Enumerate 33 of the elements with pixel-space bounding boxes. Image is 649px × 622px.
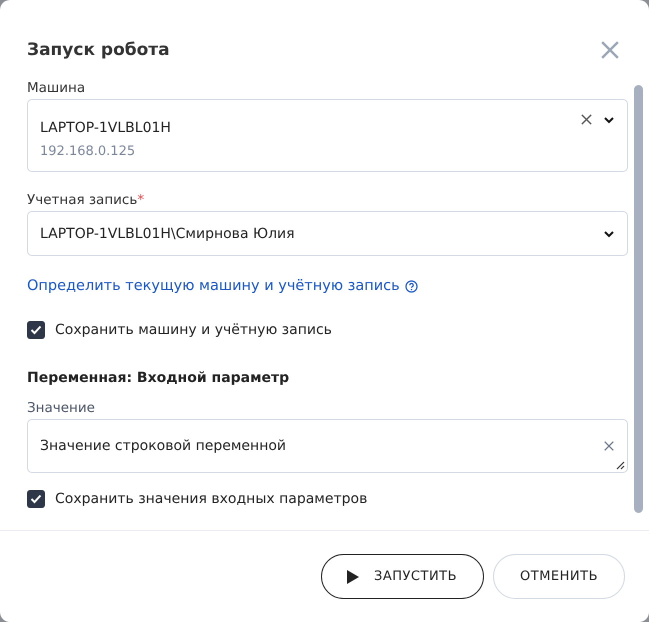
field-label: Машина <box>27 80 86 96</box>
resize-handle-icon[interactable] <box>616 461 625 470</box>
field-label: Значение <box>27 400 96 416</box>
clear-button[interactable] <box>580 113 593 126</box>
check-icon <box>30 325 42 335</box>
checkbox[interactable] <box>27 321 45 339</box>
select-value: LAPTOP-1VLBL01H\Смирнова Юлия <box>40 226 296 242</box>
clear-button[interactable] <box>603 440 615 452</box>
section-heading: Переменная: Входной параметр <box>27 370 290 386</box>
dialog-title: Запуск робота <box>27 40 170 60</box>
run-button[interactable]: ЗАПУСТИТЬ <box>321 554 484 599</box>
machine-select[interactable]: LAPTOP-1VLBL01H 192.168.0.125 <box>27 99 628 172</box>
chevron-down-icon <box>603 116 615 124</box>
account-select[interactable]: LAPTOP-1VLBL01H\Смирнова Юлия <box>27 211 628 256</box>
detect-link[interactable]: Определить текущую машину и учётную запись <box>27 278 400 294</box>
cancel-button[interactable]: ОТМЕНИТЬ <box>493 554 625 599</box>
check-icon <box>30 494 42 504</box>
checkbox[interactable] <box>27 490 45 508</box>
checkbox-label: Сохранить машину и учётную запись <box>55 322 332 338</box>
textarea-value: Значение строковой переменной <box>40 438 288 454</box>
value-textarea[interactable]: Значение строковой переменной <box>27 419 628 473</box>
clear-icon <box>580 113 593 126</box>
chevron-down-icon <box>603 230 615 238</box>
checkbox-label: Сохранить значения входных параметров <box>55 491 368 507</box>
field-label: Учетная запись* <box>27 192 146 208</box>
required-mark: * <box>137 192 144 208</box>
ip-address: 192.168.0.125 <box>40 144 136 159</box>
close-icon <box>599 39 621 61</box>
clear-icon <box>603 440 615 452</box>
select-value: LAPTOP-1VLBL01H <box>40 120 172 136</box>
scrollbar-thumb[interactable] <box>634 85 643 513</box>
help-icon <box>404 280 418 292</box>
play-icon <box>346 568 360 584</box>
